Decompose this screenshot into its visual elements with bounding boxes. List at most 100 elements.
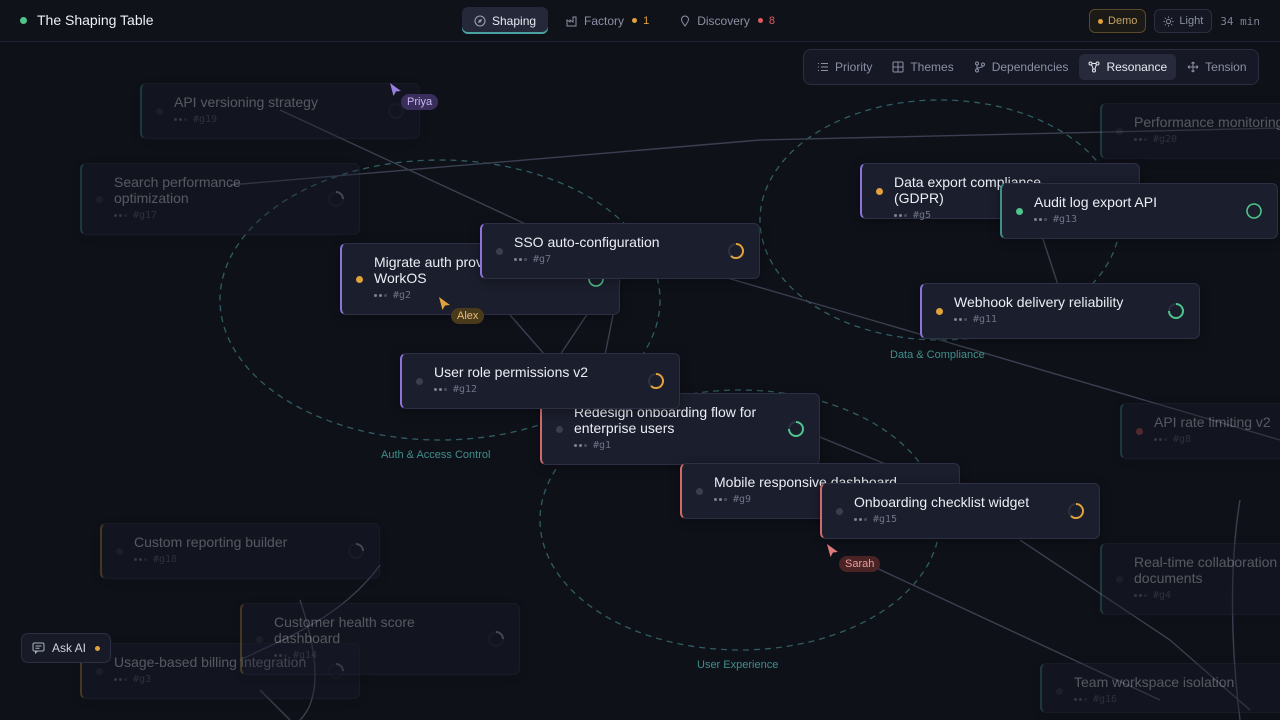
priority-dots (1154, 438, 1167, 441)
app-title: The Shaping Table (37, 12, 154, 28)
status-dot (696, 488, 703, 495)
cluster-label-ux: User Experience (697, 659, 779, 671)
tab-shaping[interactable]: Shaping (462, 7, 549, 34)
cluster-label-data: Data & Compliance (890, 349, 985, 361)
priority-dots (134, 558, 147, 561)
status-dot (416, 378, 423, 385)
ask-ai-label: Ask AI (52, 641, 87, 655)
lens-tension[interactable]: Tension (1178, 54, 1255, 80)
top-bar: The Shaping Table Shaping Factory 1 Disc… (0, 0, 1280, 42)
cluster-label-auth: Auth & Access Control (381, 449, 491, 461)
card-user-role-permissions[interactable]: User role permissions v2 #g12 (400, 353, 680, 409)
card-title: API versioning strategy (174, 94, 318, 110)
lens-label: Dependencies (991, 60, 1069, 74)
card-performance-monitoring[interactable]: Performance monitoring #g20 (1100, 103, 1280, 159)
ask-ai-button[interactable]: Ask AI (21, 633, 111, 663)
card-id: #g1 (593, 440, 612, 451)
factory-icon (566, 16, 577, 26)
priority-dots (514, 258, 527, 261)
card-title: Customer health score dashboard (274, 614, 415, 646)
tab-label: Discovery (697, 13, 750, 28)
card-id: #g16 (1093, 694, 1118, 705)
card-id: #g9 (733, 494, 752, 505)
card-search-performance[interactable]: Search performance optimization #g17 (80, 163, 360, 235)
status-dot (936, 308, 943, 315)
card-id: #g3 (133, 674, 152, 685)
status-dot (876, 188, 883, 195)
progress-ring-icon (328, 191, 344, 207)
card-id: #g19 (193, 114, 218, 125)
lens-label: Priority (835, 60, 873, 74)
brand[interactable]: The Shaping Table (20, 12, 154, 28)
priority-dots (274, 654, 287, 657)
discovery-badge-dot (757, 18, 763, 23)
progress-ring-icon (1168, 303, 1184, 319)
card-title: Audit log export API (1034, 194, 1157, 210)
card-title: Custom reporting builder (134, 534, 288, 550)
card-title: Search performance optimization (114, 174, 241, 206)
theme-label: Light (1179, 15, 1204, 27)
card-id: #g5 (913, 210, 932, 221)
card-team-workspace[interactable]: Team workspace isolation #g16 (1040, 663, 1280, 713)
demo-toggle[interactable]: Demo (1089, 9, 1147, 33)
priority-dots (714, 498, 727, 501)
status-dot (20, 16, 27, 24)
card-id: #g7 (533, 254, 552, 265)
cursor-label-priya: Priya (401, 94, 439, 110)
progress-ring-icon (488, 631, 504, 647)
card-id: #g2 (393, 290, 412, 301)
demo-dot (1098, 18, 1104, 24)
card-id: #g18 (153, 554, 178, 565)
card-id: #g4 (1153, 590, 1172, 601)
factory-count: 1 (643, 14, 650, 27)
priority-dots (954, 318, 967, 321)
lens-themes[interactable]: Themes (883, 54, 962, 80)
progress-ring-icon (648, 373, 664, 389)
card-sso-auto-config[interactable]: SSO auto-configuration #g7 (480, 223, 760, 279)
cursor-alex-icon (439, 297, 450, 310)
status-dot (1056, 688, 1063, 695)
lens-dependencies[interactable]: Dependencies (965, 54, 1078, 80)
card-id: #g8 (1173, 434, 1192, 445)
card-id: #g12 (453, 384, 478, 395)
card-api-versioning[interactable]: API versioning strategy #g19 (140, 83, 420, 139)
main-nav: Shaping Factory 1 Discovery 8 (462, 7, 787, 34)
discovery-count: 8 (768, 14, 775, 27)
card-custom-reporting[interactable]: Custom reporting builder #g18 (100, 523, 380, 579)
status-dot (96, 668, 103, 675)
card-id: #g11 (973, 314, 998, 325)
tab-factory[interactable]: Factory 1 (554, 7, 661, 34)
priority-dots (1034, 218, 1047, 221)
card-id: #g20 (1153, 134, 1178, 145)
card-customer-health[interactable]: Customer health score dashboard #g14 (240, 603, 520, 675)
card-title: Onboarding checklist widget (854, 494, 1030, 510)
theme-toggle[interactable]: Light (1154, 9, 1213, 33)
status-dot (836, 508, 843, 515)
top-right-controls: Demo Light 34 min (1089, 9, 1260, 33)
card-realtime-collab[interactable]: Real-time collaboration documents #g4 (1100, 543, 1280, 615)
status-dot (256, 636, 263, 643)
cursor-sarah-icon (827, 544, 838, 557)
card-id: #g17 (133, 210, 158, 221)
lens-label: Tension (1205, 60, 1247, 74)
progress-ring-icon (788, 421, 804, 437)
progress-ring-icon (1068, 503, 1084, 519)
card-audit-log-export[interactable]: Audit log export API #g13 (1000, 183, 1278, 239)
priority-dots (114, 214, 127, 217)
card-onboarding-checklist[interactable]: Onboarding checklist widget #g15 (820, 483, 1100, 539)
compass-icon (474, 14, 486, 27)
lens-label: Resonance (1106, 60, 1168, 74)
card-title: Real-time collaboration documents (1134, 554, 1278, 586)
cursor-priya-icon (390, 83, 401, 96)
tab-discovery[interactable]: Discovery 8 (667, 7, 787, 34)
cursor-label-alex: Alex (451, 308, 485, 324)
card-api-rate-limiting[interactable]: API rate limiting v2 #g8 (1120, 403, 1280, 459)
lens-priority[interactable]: Priority (808, 54, 881, 80)
priority-dots (574, 444, 587, 447)
tab-label: Factory (584, 13, 625, 28)
lens-resonance[interactable]: Resonance (1079, 54, 1177, 80)
sun-icon (1163, 15, 1174, 27)
card-webhook-reliability[interactable]: Webhook delivery reliability #g11 (920, 283, 1200, 339)
status-dot (1116, 576, 1123, 583)
priority-dots (374, 294, 387, 297)
